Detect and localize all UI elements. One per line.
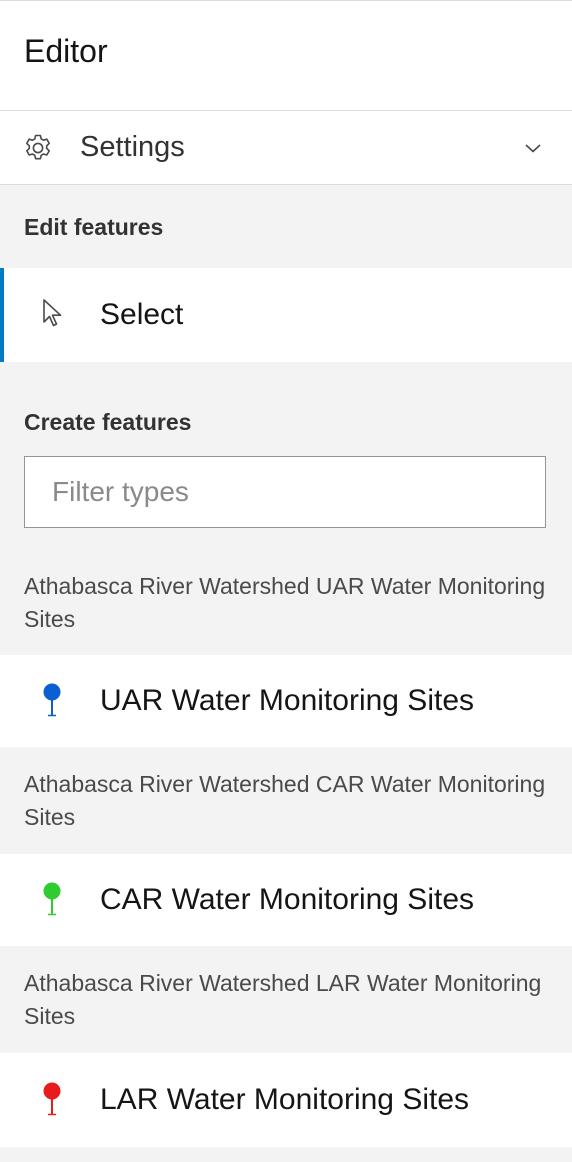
template-car-water-monitoring-sites[interactable]: CAR Water Monitoring Sites <box>0 854 572 946</box>
cursor-arrow-icon <box>40 297 66 334</box>
group-title-lar: Athabasca River Watershed LAR Water Moni… <box>24 970 542 1029</box>
template-label-uar: UAR Water Monitoring Sites <box>100 684 475 717</box>
create-features-heading: Create features <box>24 409 192 435</box>
chevron-down-icon <box>524 139 542 157</box>
panel-header: Editor <box>0 1 572 111</box>
settings-expander[interactable]: Settings <box>0 111 572 185</box>
gear-icon <box>22 132 54 164</box>
template-label-lar: LAR Water Monitoring Sites <box>100 1083 470 1116</box>
select-tool-button[interactable]: Select <box>0 268 572 362</box>
panel-title: Editor <box>24 33 108 69</box>
edit-features-section: Edit features <box>0 185 572 268</box>
settings-label: Settings <box>80 131 185 163</box>
edit-features-heading: Edit features <box>24 214 164 240</box>
green-pin-icon <box>40 880 64 920</box>
filter-types-input[interactable] <box>24 456 546 528</box>
select-label: Select <box>100 298 184 331</box>
filter-wrapper <box>0 456 572 528</box>
template-uar-water-monitoring-sites[interactable]: UAR Water Monitoring Sites <box>0 655 572 747</box>
red-pin-icon <box>40 1080 64 1120</box>
blue-pin-icon <box>40 681 64 721</box>
create-features-section: Create features <box>0 362 572 456</box>
group-title-uar: Athabasca River Watershed UAR Water Moni… <box>24 573 546 632</box>
editor-panel: Editor Settings Edit features Select Cre… <box>0 0 572 1162</box>
template-lar-water-monitoring-sites[interactable]: LAR Water Monitoring Sites <box>0 1053 572 1147</box>
group-title-car: Athabasca River Watershed CAR Water Moni… <box>24 771 546 830</box>
template-label-car: CAR Water Monitoring Sites <box>100 883 475 916</box>
